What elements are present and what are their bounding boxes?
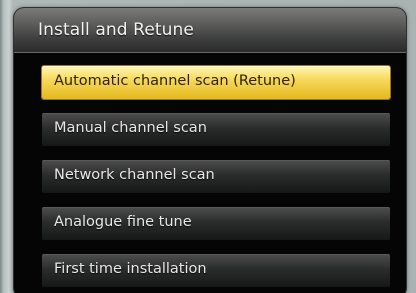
menu-item-label: Network channel scan [54, 167, 215, 183]
install-retune-panel: Install and Retune Automatic channel sca… [14, 8, 406, 293]
menu-item-first-time-installation[interactable]: First time installation [42, 254, 390, 287]
tv-screen: Install and Retune Automatic channel sca… [0, 0, 416, 293]
menu-item-label: Automatic channel scan (Retune) [54, 73, 296, 89]
menu-item-analogue-fine-tune[interactable]: Analogue fine tune [42, 207, 390, 240]
menu-item-automatic-channel-scan[interactable]: Automatic channel scan (Retune) [42, 66, 390, 99]
menu-item-label: Manual channel scan [54, 120, 207, 136]
panel-header: Install and Retune [14, 8, 406, 53]
menu-item-manual-channel-scan[interactable]: Manual channel scan [42, 113, 390, 146]
menu-item-network-channel-scan[interactable]: Network channel scan [42, 160, 390, 193]
menu-item-label: First time installation [54, 261, 207, 277]
page-title: Install and Retune [38, 20, 194, 40]
menu-item-label: Analogue fine tune [54, 214, 192, 230]
